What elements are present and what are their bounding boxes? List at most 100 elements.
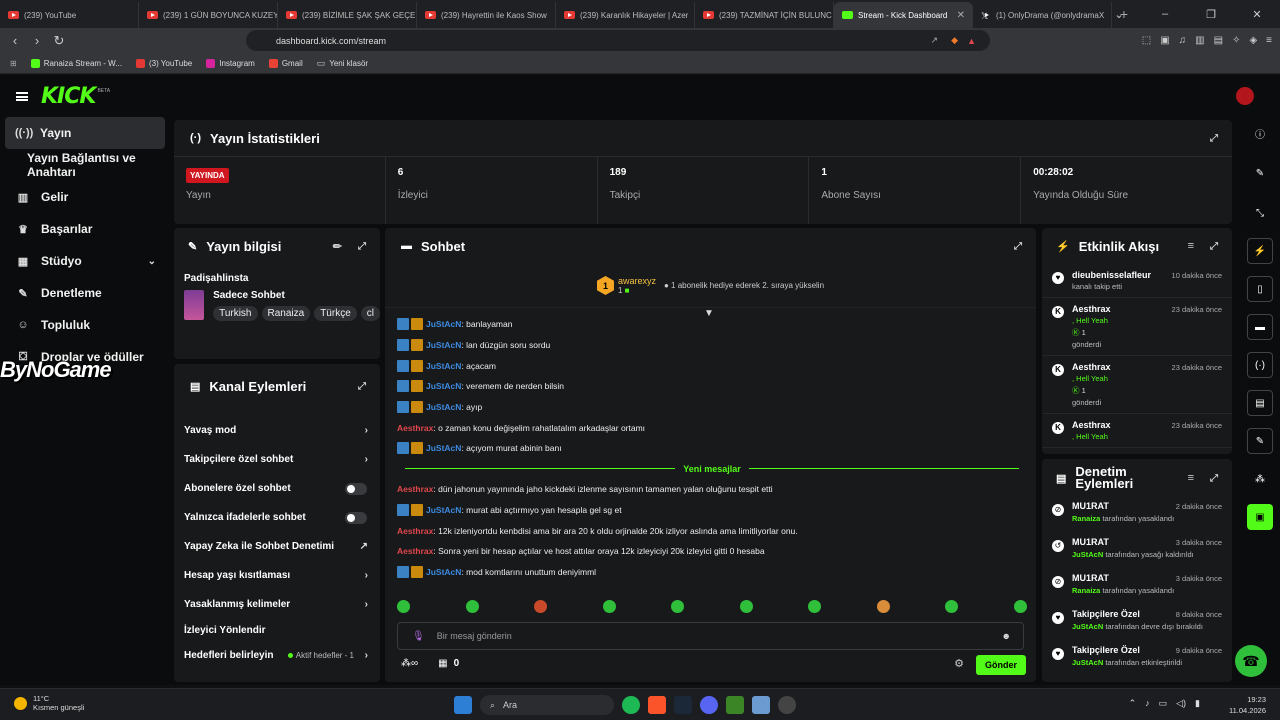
start-icon[interactable] (454, 696, 472, 714)
microphone-icon[interactable]: ♪ (1145, 698, 1150, 709)
bolt-icon[interactable]: ⚡ (1247, 238, 1273, 264)
sidebar-item-stream[interactable]: ((·)) Yayın (5, 117, 165, 149)
browser-tab[interactable]: Stream - Kick Dashboard ✕ (834, 2, 973, 28)
back-button[interactable]: ‹ (4, 33, 26, 48)
chat-username[interactable]: Aesthrax (397, 423, 433, 433)
emote-icon[interactable] (671, 600, 685, 613)
user-avatar[interactable] (1236, 87, 1254, 105)
close-tab-icon[interactable]: ✕ (957, 10, 965, 21)
sidebar-item-revenue[interactable]: ▥ Gelir (0, 181, 172, 213)
menu-icon[interactable]: ≡ (1266, 35, 1272, 46)
microphone-icon[interactable]: 🎙 (412, 631, 425, 642)
popout-icon[interactable]: ⤢ (1210, 133, 1218, 144)
apps-grid-icon[interactable]: ⊞ (10, 59, 17, 68)
url-field[interactable]: dashboard.kick.com/stream ▲ ◆ ↗ (246, 30, 990, 51)
browser-tab[interactable]: (239) TAZMİNAT İÇİN BULUNC (695, 2, 834, 28)
sidebar-item-community[interactable]: ☺ Topluluk (0, 309, 172, 341)
emote-icon[interactable] (602, 600, 616, 613)
document-icon[interactable]: ▯ (1247, 276, 1273, 302)
bookmark-item[interactable]: ▭ Yeni klasör (317, 58, 368, 69)
brave-shield-icon[interactable]: ◆ (951, 35, 958, 46)
broadcast-icon[interactable]: (·) (1247, 352, 1273, 378)
moderator-name[interactable]: JuStAcN (1072, 622, 1103, 631)
send-button[interactable]: Gönder (975, 655, 1026, 675)
chat-username[interactable]: JuStAcN (426, 443, 461, 453)
store-icon[interactable]: ▦ (438, 658, 447, 669)
maximize-button[interactable]: ❐ (1188, 8, 1234, 21)
subscribers-only-toggle[interactable] (345, 482, 367, 495)
spotify-icon[interactable] (622, 696, 640, 714)
chat-username[interactable]: JuStAcN (426, 567, 461, 577)
sidebar-item-stream-key[interactable]: Yayın Bağlantısı ve Anahtarı (0, 149, 172, 181)
moderator-name[interactable]: JuStAcN (1072, 658, 1103, 667)
kick-logo[interactable]: KICK (41, 84, 96, 109)
extension-icon[interactable]: ⬚ (1142, 35, 1151, 46)
chat-username[interactable]: Aesthrax (397, 546, 433, 556)
forward-button[interactable]: › (26, 33, 48, 48)
bookmark-item[interactable]: Instagram (206, 58, 255, 68)
minecraft-icon[interactable] (726, 696, 744, 714)
chat-username[interactable]: JuStAcN (426, 361, 461, 371)
battery-icon[interactable]: ▮ (1195, 698, 1200, 709)
emoji-icon[interactable]: ☻ (1002, 631, 1011, 641)
music-icon[interactable]: ♫ (1179, 35, 1187, 46)
chevron-up-icon[interactable]: ⌃ (1129, 698, 1137, 709)
taskbar-search[interactable]: ⌕ Ara (480, 695, 614, 715)
action-banned-words[interactable]: Yasaklanmış kelimeler › (174, 590, 380, 619)
popout-icon[interactable]: ⤢ (358, 381, 366, 392)
sidebar-item-moderation[interactable]: ✎ Denetleme (0, 277, 172, 309)
minimize-button[interactable]: – (1142, 8, 1188, 20)
emote-only-toggle[interactable] (345, 511, 367, 524)
wrench-icon[interactable]: ✎ (1247, 428, 1273, 454)
emote-icon[interactable] (945, 600, 959, 613)
clock[interactable]: 19:23 11.04.2026 (1229, 694, 1266, 716)
popout-icon[interactable]: ⤢ (358, 241, 366, 252)
action-slow-mode[interactable]: Yavaş mod › (174, 416, 380, 445)
emote-icon[interactable] (739, 600, 753, 613)
chat-username[interactable]: Aesthrax (397, 526, 433, 536)
brave-icon[interactable] (648, 696, 666, 714)
chat-username[interactable]: JuStAcN (426, 505, 461, 515)
wallet-icon[interactable]: ▤ (1214, 35, 1223, 46)
action-goals[interactable]: Hedefleri belirleyin Aktif hedefler - 1 › (174, 641, 380, 670)
volume-icon[interactable]: ◁) (1176, 698, 1186, 709)
browser-tab[interactable]: 𝕏 (1) OnlyDrama (@onlydramaX (973, 2, 1112, 28)
collapse-icon[interactable]: ⤡ (1247, 200, 1273, 226)
popout-icon[interactable]: ⤢ (1210, 473, 1218, 484)
storage-icon[interactable]: ▤ (1247, 390, 1273, 416)
info-icon[interactable]: ⓘ (1247, 120, 1273, 146)
app-icon[interactable] (752, 696, 770, 714)
emote-icon[interactable] (1013, 600, 1027, 613)
pinned-gift-leaderboard[interactable]: 1 awarexyz 1 ■ ● 1 abonelik hediye edere… (385, 264, 1036, 308)
chat-username[interactable]: JuStAcN (426, 402, 461, 412)
community-icon[interactable]: ⁂ (1247, 466, 1273, 492)
chat-input[interactable]: 🎙 Bir mesaj gönderin ☻ (397, 622, 1024, 650)
hamburger-menu-icon[interactable] (16, 91, 28, 101)
filter-icon[interactable]: ≡ (1188, 472, 1194, 484)
help-button[interactable]: ☎ (1235, 645, 1267, 677)
emote-icon[interactable] (534, 600, 548, 613)
close-window-button[interactable]: ✕ (1234, 8, 1280, 21)
emote-icon[interactable] (465, 600, 479, 613)
filter-icon[interactable]: ≡ (1188, 240, 1194, 252)
moderator-name[interactable]: Ranaiza (1072, 514, 1100, 523)
weather-widget[interactable]: 11°C Kısmen güneşli (14, 694, 84, 712)
chat-username[interactable]: Aesthrax (397, 484, 433, 494)
channel-points-icon[interactable]: ⁂∞ (401, 658, 418, 669)
moderator-name[interactable]: JuStAcN (1072, 550, 1103, 559)
browser-tab[interactable]: (239) Karanlık Hikayeler | Azer (556, 2, 695, 28)
browser-tab[interactable]: (239) YouTube (0, 2, 139, 28)
bookmark-item[interactable]: Gmail (268, 58, 303, 68)
chat-username[interactable]: JuStAcN (426, 340, 461, 350)
action-subscribers-only[interactable]: Abonelere özel sohbet (174, 474, 380, 503)
browser-tab[interactable]: (239) BİZİMLE ŞAK ŞAK GEÇEN (278, 2, 417, 28)
action-raid[interactable]: İzleyici Yönlendir (174, 619, 380, 641)
share-icon[interactable]: ↗ (930, 35, 938, 46)
gear-icon[interactable]: ⚙ (954, 657, 964, 670)
pencil-icon[interactable]: ✎ (1247, 160, 1273, 186)
bookmark-item[interactable]: (3) YouTube (135, 58, 192, 68)
action-account-age[interactable]: Hesap yaşı kısıtlaması › (174, 561, 380, 590)
brave-rewards-icon[interactable]: ▲ (967, 36, 976, 46)
sidebar-icon[interactable]: ▥ (1195, 35, 1204, 46)
emote-icon[interactable] (397, 600, 410, 613)
